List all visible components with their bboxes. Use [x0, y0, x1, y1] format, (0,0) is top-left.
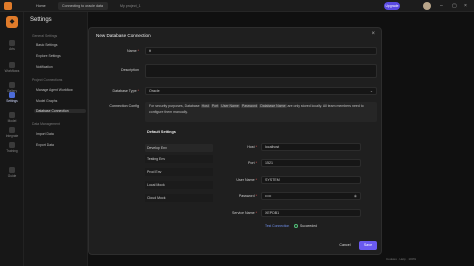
rail-logo-icon: ◆	[6, 16, 18, 28]
sidebar-section-project: Project Connections	[32, 78, 63, 82]
arts-icon	[9, 40, 15, 46]
service-name-input[interactable]: XEPDB1	[261, 209, 361, 217]
rail-item-workflows[interactable]: Workflows	[0, 62, 24, 73]
env-list-heading: Default Settings	[147, 130, 176, 134]
cancel-button[interactable]: Cancel	[337, 241, 353, 250]
env-item-local-mock[interactable]: Local Mock	[145, 181, 213, 189]
rail-item-model[interactable]: Model	[0, 112, 24, 123]
close-icon[interactable]: ×	[371, 31, 375, 37]
rail-item-settings[interactable]: Settings	[0, 92, 24, 103]
settings-sidebar: Settings General Settings Basic Settings…	[24, 12, 88, 266]
status-cookies[interactable]: Cookies	[386, 257, 397, 261]
rail-item-integrate[interactable]: Integrate	[0, 127, 24, 138]
env-item-develop[interactable]: Develop Env	[145, 144, 213, 152]
rail-item-guide[interactable]: Guide	[0, 167, 24, 178]
integrate-icon	[9, 127, 15, 133]
database-type-label: Database Type *	[112, 89, 139, 93]
description-label: Description	[121, 68, 139, 72]
nav-rail: ◆ Arts Workflows Gallery Settings Model …	[0, 12, 24, 266]
sidebar-item-model-graphs[interactable]: Model Graphs	[36, 99, 57, 103]
title-bar: Home Connecting to oracle data My projec…	[0, 0, 474, 12]
service-name-label: Service Name *	[232, 211, 257, 215]
avatar[interactable]	[423, 2, 431, 10]
env-item-testing[interactable]: Testing Env	[145, 155, 213, 163]
password-input[interactable]: ••••• ◉	[261, 192, 361, 200]
database-type-select[interactable]: Oracle ⌄	[145, 87, 377, 95]
name-label: Name *	[127, 49, 139, 53]
sidebar-item-database-connection[interactable]: Database Connection	[34, 109, 86, 113]
close-window-icon[interactable]: ×	[464, 2, 467, 10]
status-zoom: 100%	[408, 257, 417, 261]
status-help[interactable]: Help	[400, 257, 406, 261]
chevron-down-icon: ⌄	[369, 89, 373, 93]
tab-home[interactable]: Home	[32, 2, 54, 10]
env-item-cloud-mock[interactable]: Cloud Mock	[145, 194, 213, 202]
port-label: Port *	[248, 161, 257, 165]
port-input[interactable]: 1521	[261, 159, 361, 167]
status-bar: Cookies · Help · 100%	[386, 257, 417, 261]
upgrade-button[interactable]: Upgrade	[384, 2, 400, 10]
description-textarea[interactable]	[145, 64, 377, 78]
new-connection-dialog: New Database Connection × Name * tt Desc…	[88, 27, 382, 255]
sidebar-section-data: Data Management	[32, 122, 60, 126]
sidebar-item-notification[interactable]: Notification	[36, 65, 53, 69]
rail-item-arts[interactable]: Arts	[0, 40, 24, 51]
sidebar-item-explore-settings[interactable]: Explore Settings	[36, 54, 61, 58]
dialog-title: New Database Connection	[96, 33, 151, 38]
gallery-icon	[9, 82, 15, 88]
test-connection-link[interactable]: Test Connection	[265, 224, 289, 228]
model-icon	[9, 112, 15, 118]
sidebar-item-export-data[interactable]: Export Data	[36, 143, 54, 147]
rail-item-training[interactable]: Training	[0, 142, 24, 153]
tab-connection[interactable]: Connecting to oracle data	[58, 2, 108, 10]
env-item-prod[interactable]: Prod Env	[145, 168, 213, 176]
minimize-icon[interactable]: –	[440, 2, 443, 10]
host-label: Host *	[247, 145, 257, 149]
training-icon	[9, 142, 15, 148]
app-logo-icon	[4, 2, 12, 10]
connection-status: Succeeded	[294, 224, 317, 229]
security-info-notice: For security purposes, Database Host Por…	[145, 102, 377, 122]
password-label: Password *	[238, 194, 257, 198]
sidebar-item-agent-workflow[interactable]: Manage Agent Workflow	[36, 88, 73, 92]
eye-icon[interactable]: ◉	[354, 193, 357, 200]
name-input[interactable]: tt	[145, 47, 377, 55]
connection-config-label: Connection Config	[109, 104, 139, 108]
sidebar-item-basic-settings[interactable]: Basic Settings	[36, 43, 58, 47]
workflows-icon	[9, 62, 15, 68]
page-title: Settings	[30, 17, 52, 23]
maximize-icon[interactable]: ▢	[452, 2, 457, 10]
sidebar-item-import-data[interactable]: Import Data	[36, 132, 54, 136]
settings-icon	[9, 92, 15, 98]
host-input[interactable]: localhost	[261, 143, 361, 151]
user-name-label: User Name *	[236, 178, 257, 182]
save-button[interactable]: Save	[359, 241, 377, 250]
sidebar-section-general: General Settings	[32, 34, 58, 38]
guide-icon	[9, 167, 15, 173]
environment-list: Default Settings Develop Env Testing Env…	[145, 128, 215, 206]
user-name-input[interactable]: SYSTEM	[261, 176, 361, 184]
tab-project[interactable]: My project_1	[116, 2, 156, 10]
check-circle-icon	[294, 224, 298, 229]
